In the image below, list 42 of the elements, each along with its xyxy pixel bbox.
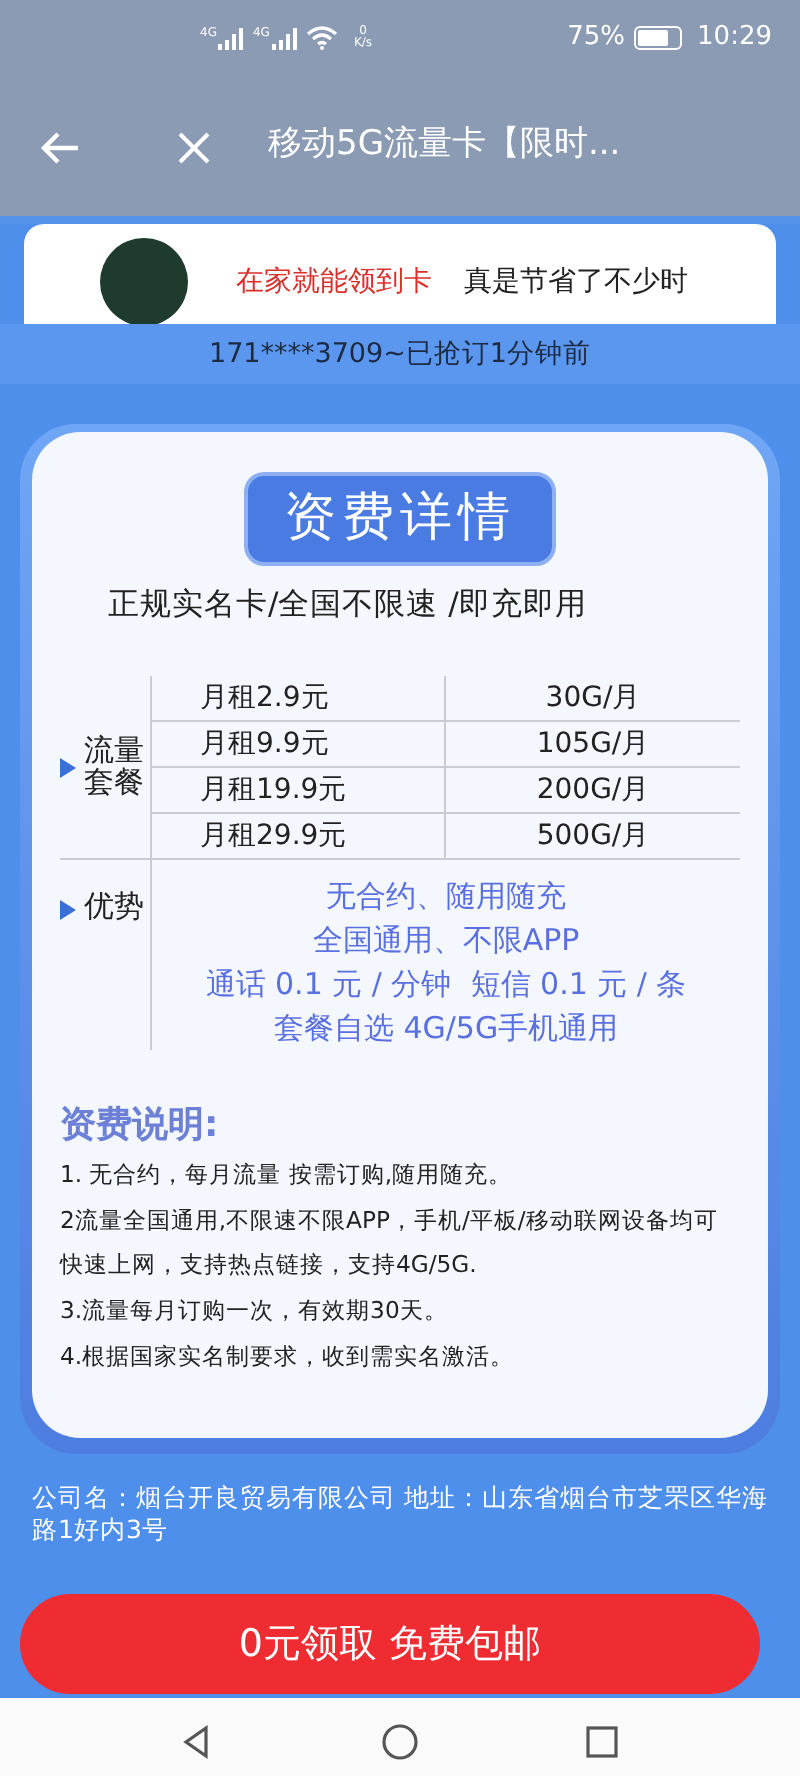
home-icon (379, 1721, 420, 1761)
table-cell-text: 月租19.9元 (200, 771, 347, 810)
recent-apps-button[interactable] (582, 1721, 623, 1761)
clock-time: 10:29 (697, 20, 772, 57)
section-title: 资费详情 (244, 472, 556, 566)
claim-button[interactable]: 0元领取 免费包邮 (20, 1594, 760, 1694)
avatar (100, 238, 188, 324)
signal-icon (216, 27, 245, 49)
triangle-icon (60, 757, 76, 778)
company-info: 公司名：烟台开良贸易有限公司 地址：山东省烟台市芝罘区华海路1好内3号 (30, 1480, 770, 1548)
note-text: 2流量全国通用,不限速不限APP，手机/平板/移动联网设备均可快速上网，支持热点链接，支持4G/5G. (60, 1203, 720, 1283)
triangle-icon (60, 900, 76, 921)
battery-percent: 75% (567, 20, 626, 57)
back-arrow-icon (40, 129, 80, 166)
note-text: 1. 无合约，每月流量 按需订购,随用随充。 (60, 1158, 515, 1193)
table-cell-text: 30G/月 (545, 679, 641, 718)
home-button[interactable] (379, 1721, 420, 1761)
row-label: 流量套餐 (84, 736, 146, 799)
advantage-text: 套餐自选 4G/5G手机通用 (273, 1007, 619, 1049)
table-cell-text: 月租29.9元 (200, 817, 347, 856)
row-label: 优势 (84, 892, 144, 924)
table-cell-text: 200G/月 (536, 771, 650, 810)
review-text: 真是节省了不少时 (464, 263, 688, 301)
table-cell-text: 月租2.9元 (200, 679, 329, 718)
table-cell-text: 500G/月 (536, 817, 650, 856)
note-text: 3.流量每月订购一次，有效期30天。 (60, 1294, 450, 1329)
wifi-icon (305, 26, 338, 50)
close-icon (176, 129, 212, 166)
advantage-text: 无合约、随用随充 (326, 876, 566, 919)
note-text: 4.根据国家实名制要求，收到需实名激活。 (60, 1339, 517, 1374)
order-ticker: 171****3709~已抢订1分钟前 (208, 335, 592, 374)
table-cell-text: 月租9.9元 (200, 725, 329, 764)
recent-apps-icon (582, 1721, 623, 1761)
review-highlight: 在家就能领到卡 (236, 263, 432, 301)
subtitle: 正规实名卡/全国不限速 /即充即用 (106, 584, 589, 626)
notes-title: 资费说明: (60, 1102, 221, 1151)
battery-icon (633, 26, 682, 50)
table-cell-text: 105G/月 (536, 725, 650, 764)
advantage-text: 全国通用、不限APP (312, 920, 580, 962)
page-title: 移动5G流量卡【限时... (268, 122, 621, 169)
signal-icon (269, 27, 298, 49)
advantage-text: 通话 0.1 元 / 分钟 短信 0.1 元 / 条 (205, 963, 687, 1006)
